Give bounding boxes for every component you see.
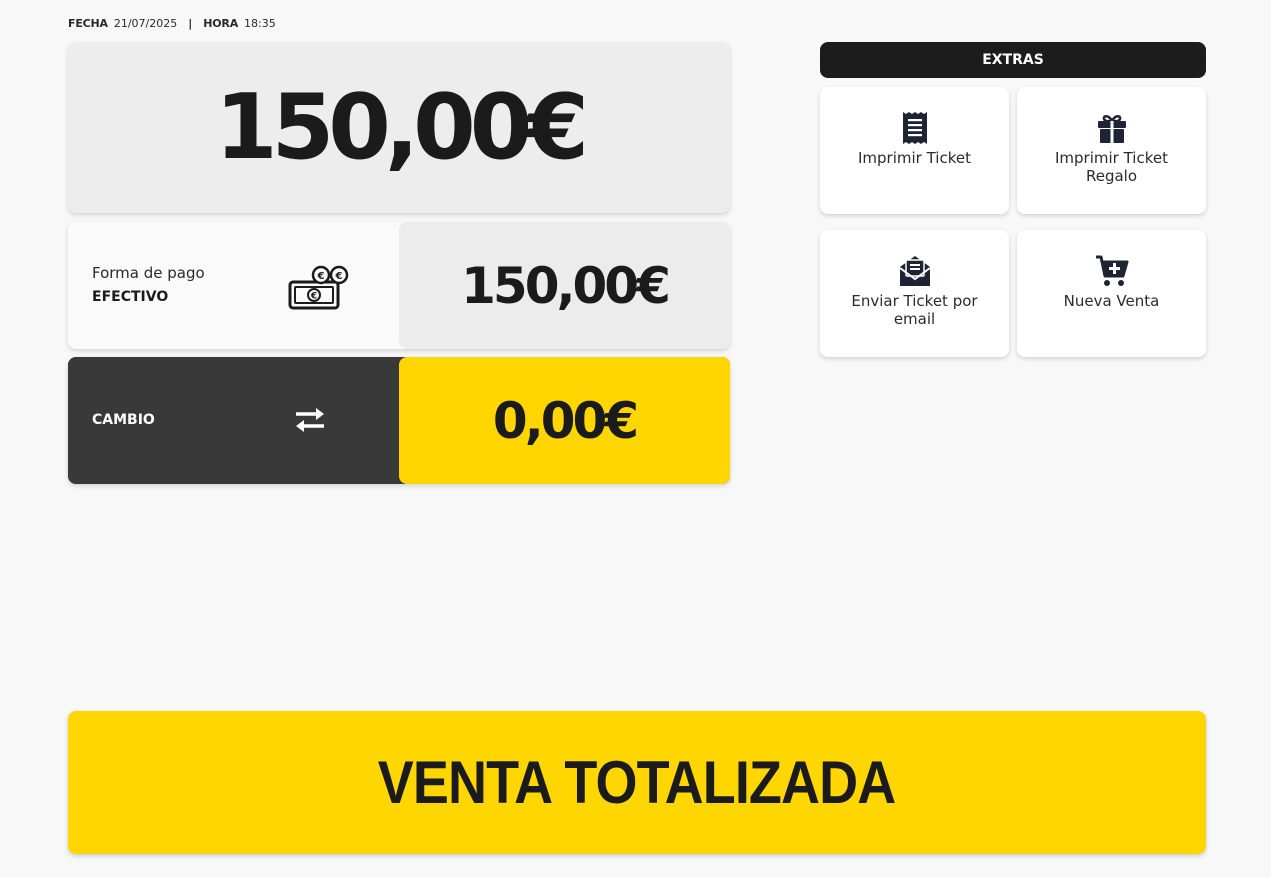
change-card: CAMBIO 0,00€ (68, 357, 730, 484)
new-sale-label: Nueva Venta (1063, 292, 1160, 310)
print-ticket-button[interactable]: Imprimir Ticket (820, 87, 1009, 214)
total-card: 150,00€ (68, 42, 730, 213)
sale-finalized-label: VENTA TOTALIZADA (378, 749, 896, 816)
payment-method: EFECTIVO (92, 289, 169, 305)
change-amount-panel: 0,00€ (399, 357, 730, 484)
email-ticket-button[interactable]: Enviar Ticket por email (820, 230, 1009, 357)
payment-amount: 150,00€ (461, 256, 671, 315)
print-ticket-label: Imprimir Ticket (858, 149, 971, 167)
svg-text:€: € (317, 271, 325, 282)
cash-icon: € € € (288, 265, 349, 310)
email-ticket-label: Enviar Ticket por email (851, 292, 978, 328)
date-value: 21/07/2025 (113, 17, 178, 30)
swap-arrows-icon (296, 408, 324, 432)
date-label: FECHA (68, 17, 108, 30)
payment-method-panel: Forma de pago EFECTIVO € € € (68, 222, 399, 349)
svg-text:€: € (310, 292, 317, 302)
datetime-bar: FECHA 21/07/2025 | HORA 18:35 (68, 17, 276, 30)
time-value: 18:35 (244, 17, 276, 30)
sale-finalized-button[interactable]: VENTA TOTALIZADA (68, 711, 1206, 854)
extras-header: EXTRAS (820, 42, 1206, 78)
cart-plus-icon (1095, 255, 1128, 286)
gift-icon (1097, 115, 1126, 143)
receipt-icon (902, 112, 927, 144)
change-label: CAMBIO (92, 412, 155, 428)
total-amount: 150,00€ (215, 75, 589, 180)
svg-text:€: € (335, 271, 343, 282)
extras-title: EXTRAS (982, 52, 1044, 68)
time-label: HORA (203, 17, 239, 30)
print-gift-ticket-button[interactable]: Imprimir Ticket Regalo (1017, 87, 1206, 214)
datetime-separator: | (188, 17, 193, 30)
payment-card: Forma de pago EFECTIVO € € € 150,00€ (68, 222, 730, 349)
envelope-icon (898, 256, 931, 286)
new-sale-button[interactable]: Nueva Venta (1017, 230, 1206, 357)
payment-label: Forma de pago (92, 264, 205, 282)
payment-amount-panel: 150,00€ (399, 222, 730, 349)
print-gift-ticket-label: Imprimir Ticket Regalo (1055, 149, 1168, 185)
change-amount: 0,00€ (492, 391, 639, 450)
change-label-panel: CAMBIO (68, 357, 399, 484)
